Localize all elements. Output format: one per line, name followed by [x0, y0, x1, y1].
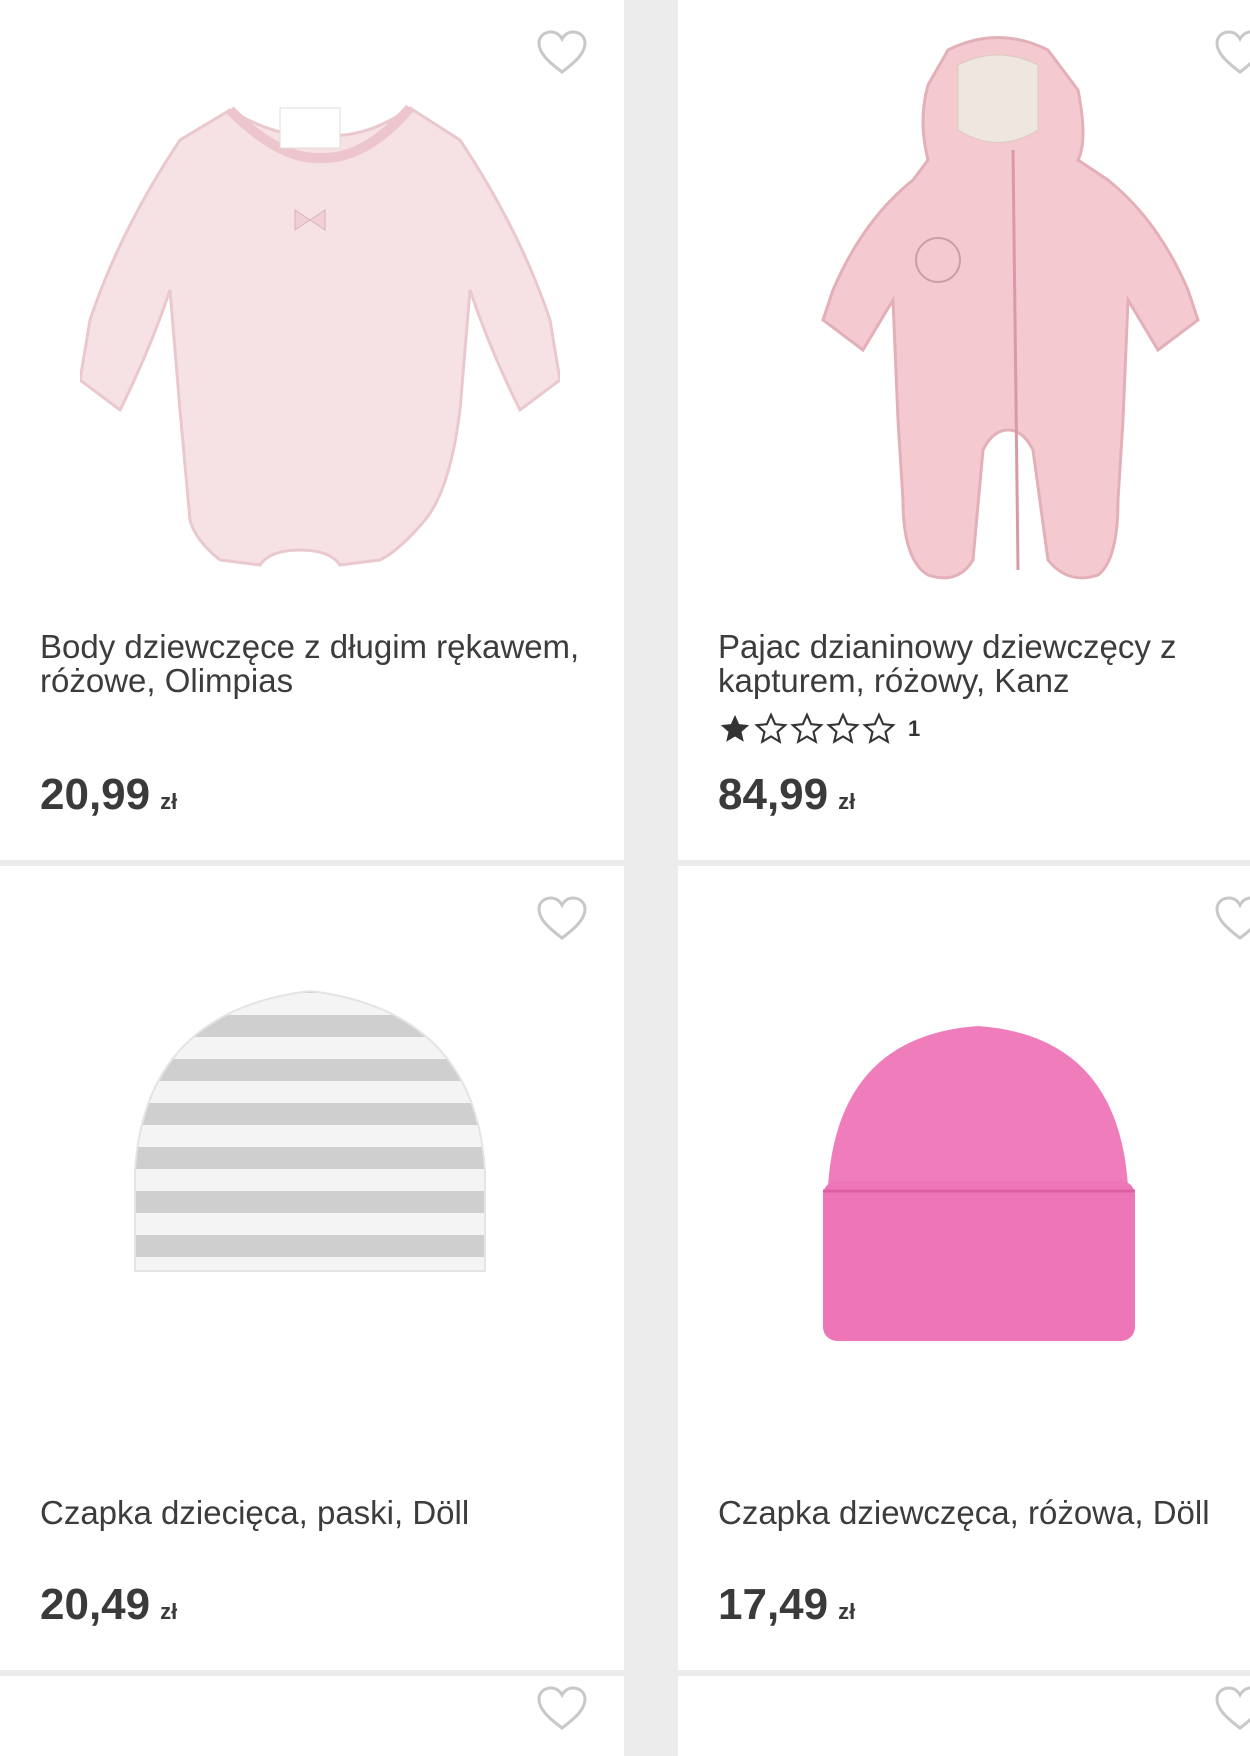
price-currency: zł	[838, 1599, 856, 1624]
wishlist-heart-icon[interactable]	[536, 1686, 588, 1732]
rating-stars: 1	[718, 712, 920, 746]
rating-count: 1	[908, 716, 921, 741]
product-image-pink-hat[interactable]	[818, 1016, 1138, 1346]
product-price: 17,49 zł	[718, 1580, 855, 1630]
product-card[interactable]: Pajac dzianinowy dziewczęcy z kapturem, …	[678, 0, 1250, 860]
price-currency: zł	[160, 789, 178, 814]
price-currency: zł	[838, 789, 856, 814]
star-outline-icon	[790, 712, 824, 744]
star-filled-icon	[720, 714, 750, 742]
wishlist-heart-icon[interactable]	[536, 896, 588, 942]
product-image-bodysuit[interactable]	[80, 80, 560, 580]
wishlist-heart-icon[interactable]	[536, 30, 588, 76]
price-amount: 20,99	[40, 770, 151, 819]
star-outline-icon	[862, 712, 896, 744]
price-amount: 84,99	[718, 770, 829, 819]
product-card[interactable]: Czapka dziewczęca, różowa, Döll 17,49 zł	[678, 866, 1250, 1670]
product-title[interactable]: Czapka dziecięca, paski, Döll	[40, 1496, 580, 1530]
wishlist-heart-icon[interactable]	[1214, 1686, 1250, 1732]
wishlist-heart-icon[interactable]	[1214, 896, 1250, 942]
product-card[interactable]	[0, 1676, 624, 1756]
product-image-striped-hat[interactable]	[115, 971, 505, 1351]
product-card[interactable]	[678, 1676, 1250, 1756]
star-outline-icon	[754, 712, 788, 744]
product-price: 20,99 zł	[40, 770, 177, 820]
product-card[interactable]: Czapka dziecięca, paski, Döll 20,49 zł	[0, 866, 624, 1670]
product-title[interactable]: Body dziewczęce z długim rękawem, różowe…	[40, 630, 580, 698]
price-amount: 17,49	[718, 1580, 829, 1629]
wishlist-heart-icon[interactable]	[1214, 30, 1250, 76]
product-card[interactable]: Body dziewczęce z długim rękawem, różowe…	[0, 0, 624, 860]
product-image-snowsuit[interactable]	[778, 30, 1218, 590]
product-price: 84,99 zł	[718, 770, 855, 820]
price-amount: 20,49	[40, 1580, 151, 1629]
star-outline-icon	[826, 712, 860, 744]
product-price: 20,49 zł	[40, 1580, 177, 1630]
product-title[interactable]: Czapka dziewczęca, różowa, Döll	[718, 1496, 1250, 1530]
price-currency: zł	[160, 1599, 178, 1624]
product-title[interactable]: Pajac dzianinowy dziewczęcy z kapturem, …	[718, 630, 1250, 698]
